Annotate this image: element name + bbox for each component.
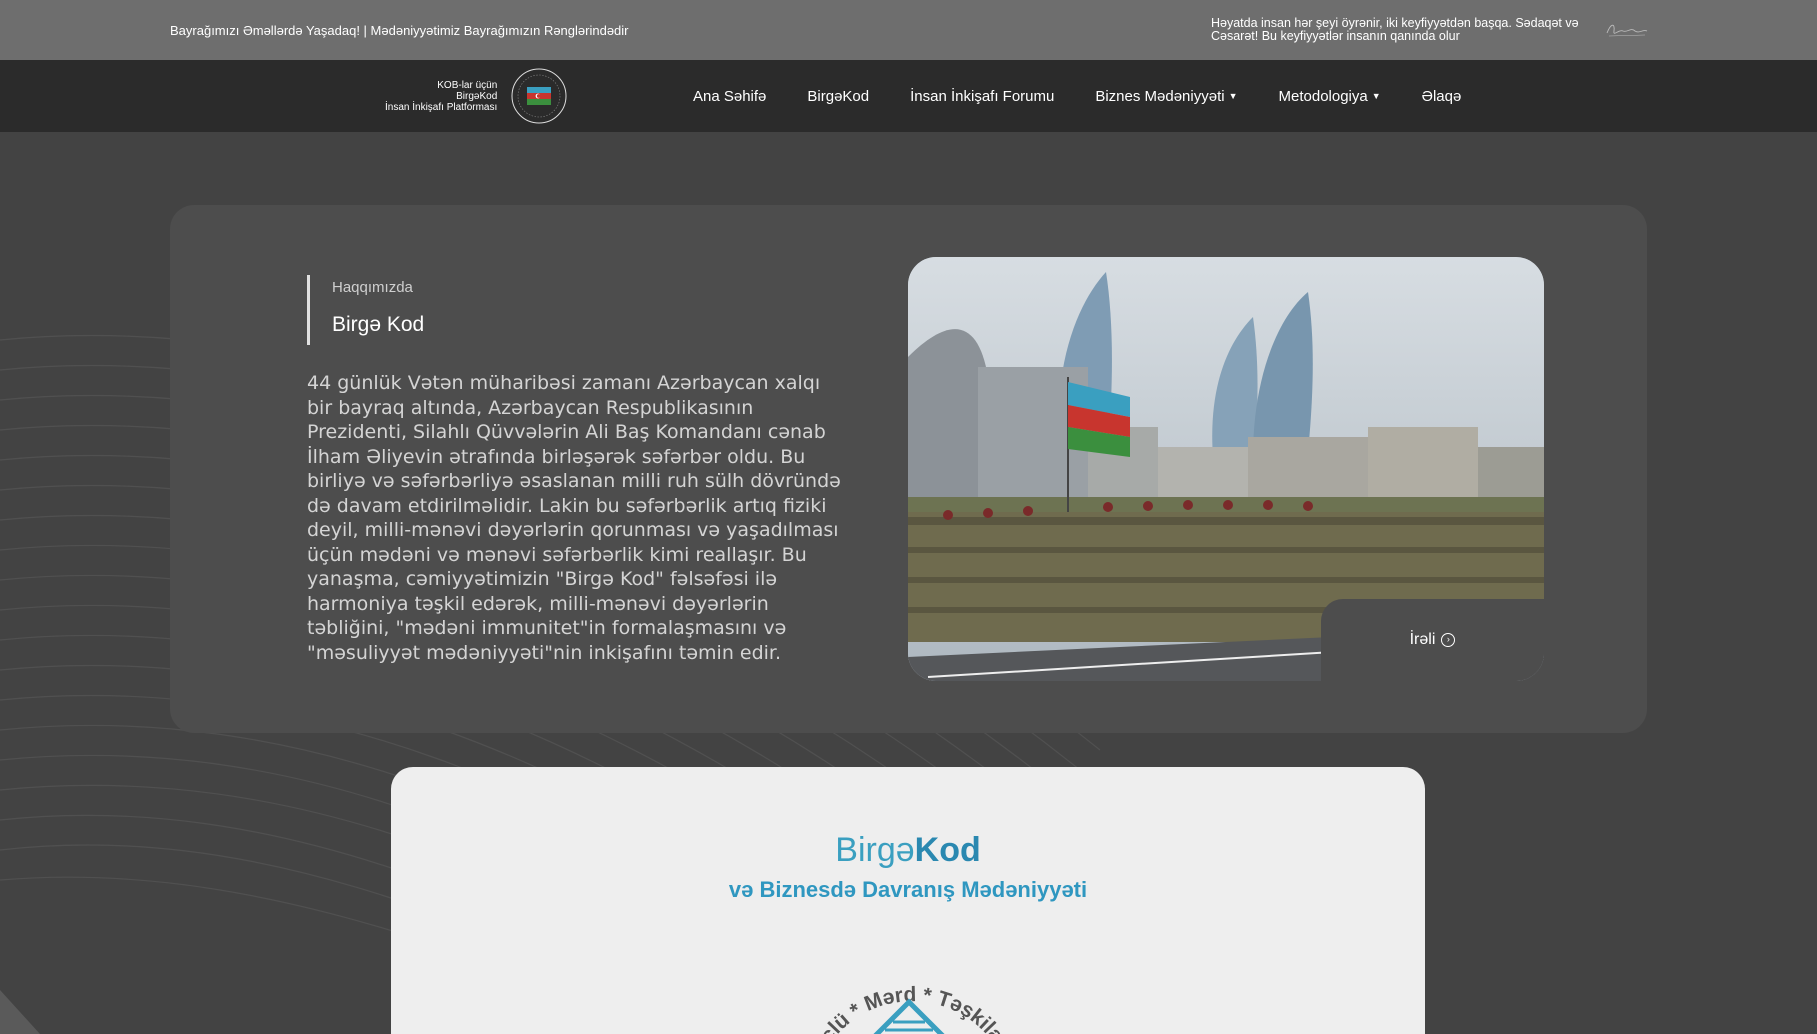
chevron-right-circle-icon: › [1441,633,1456,647]
section-title: Birgə Kod [332,313,425,336]
nav-label: İnsan İnkişafı Forumu [910,87,1055,105]
caret-down-icon: ▼ [1371,91,1381,101]
nav-label: Metodologiya [1278,87,1368,105]
brand-text: KOB-lar üçün BirgəKod İnsan İnkişafı Pla… [385,80,497,113]
nav-menu: Ana Səhifə BirgəKod İnsan İnkişafı Forum… [693,60,1502,132]
section-heading: Haqqımızda Birgə Kod [307,275,847,345]
seal-emblem-icon: Güclü * Mərd * Təşkilatlan [777,942,1022,1034]
nav-item-contact[interactable]: Əlaqə [1422,88,1462,105]
next-label: İrəli [1409,631,1436,648]
nav-item-forum[interactable]: İnsan İnkişafı Forumu [910,88,1054,105]
nav-label: Əlaqə [1421,87,1462,105]
promo-brand-light: Birgə [835,831,915,869]
brand-line-3: İnsan İnkişafı Platforması [385,101,498,113]
promo-banner: BirgəKod və Biznesdə Davranış Mədəniyyət… [391,767,1425,1034]
svg-text:Güclü * Mərd * Təşkilatlan: Güclü * Mərd * Təşkilatlan [777,942,1022,1034]
promo-brand: BirgəKod [391,831,1425,870]
nav-item-business-culture[interactable]: Biznes Mədəniyyəti ▼ [1095,88,1237,105]
promo-subtitle: və Biznesdə Davranış Mədəniyyəti [728,877,1088,902]
about-section: Haqqımızda Birgə Kod 44 günlük Vətən müh… [170,205,1647,733]
emblem-icon [511,68,567,124]
signature-icon [1606,24,1648,37]
nav-label: Biznes Mədəniyyəti [1095,87,1225,105]
main-navbar: KOB-lar üçün BirgəKod İnsan İnkişafı Pla… [0,60,1817,132]
about-paragraph: 44 günlük Vətən müharibəsi zamanı Azərba… [307,372,841,664]
caret-down-icon: ▼ [1228,91,1238,101]
leader-quote: Həyatda insan hər şeyi öyrənir, iki keyf… [1211,16,1579,43]
brand-logo[interactable]: KOB-lar üçün BirgəKod İnsan İnkişafı Pla… [385,68,567,124]
nav-item-home[interactable]: Ana Səhifə [693,88,766,105]
top-bar: Bayrağımızı Əməllərdə Yaşadaq! | Mədəniy… [0,0,1817,60]
brand-line-2: BirgəKod [456,90,498,102]
brand-line-1: KOB-lar üçün [437,79,498,91]
nav-label: BirgəKod [807,87,870,105]
nav-label: Ana Səhifə [693,87,767,105]
seal-text: Güclü * Mərd * Təşkilatlan [777,942,1022,1034]
promo-brand-bold: Kod [914,831,981,869]
about-text: Haqqımızda Birgə Kod 44 günlük Vətən müh… [307,275,847,665]
next-button[interactable]: İrəli › [1321,599,1544,681]
nav-item-birgekod[interactable]: BirgəKod [807,88,869,105]
nav-item-methodology[interactable]: Metodologiya ▼ [1279,88,1381,105]
slogan: Bayrağımızı Əməllərdə Yaşadaq! | Mədəniy… [170,22,629,38]
section-eyebrow: Haqqımızda [332,279,413,296]
parade-photo: İrəli › [908,257,1544,681]
